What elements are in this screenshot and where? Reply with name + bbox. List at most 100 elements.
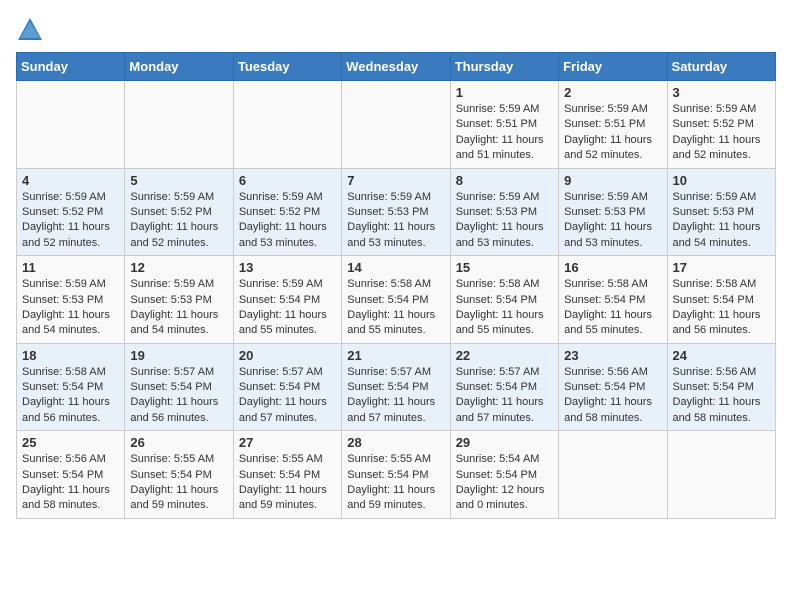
day-info: Sunrise: 5:58 AM Sunset: 5:54 PM Dayligh…	[456, 277, 553, 339]
day-cell: 25 Sunrise: 5:56 AM Sunset: 5:54 PM Dayli…	[17, 431, 125, 519]
day-cell: 8 Sunrise: 5:59 AM Sunset: 5:53 PM Daylig…	[450, 168, 558, 256]
day-number: 2	[564, 85, 661, 100]
day-number: 18	[22, 348, 119, 363]
day-cell: 26 Sunrise: 5:55 AM Sunset: 5:54 PM Dayli…	[125, 431, 233, 519]
day-number: 14	[347, 260, 444, 275]
day-info: Sunrise: 5:54 AM Sunset: 5:54 PM Dayligh…	[456, 452, 553, 514]
day-info: Sunrise: 5:57 AM Sunset: 5:54 PM Dayligh…	[347, 365, 444, 427]
day-cell	[233, 81, 341, 169]
day-cell: 3 Sunrise: 5:59 AM Sunset: 5:52 PM Daylig…	[667, 81, 775, 169]
day-cell: 22 Sunrise: 5:57 AM Sunset: 5:54 PM Dayli…	[450, 343, 558, 431]
day-number: 29	[456, 435, 553, 450]
header	[16, 16, 776, 44]
week-row-5: 25 Sunrise: 5:56 AM Sunset: 5:54 PM Dayli…	[17, 431, 776, 519]
day-cell: 20 Sunrise: 5:57 AM Sunset: 5:54 PM Dayli…	[233, 343, 341, 431]
day-cell: 23 Sunrise: 5:56 AM Sunset: 5:54 PM Dayli…	[559, 343, 667, 431]
week-row-4: 18Sunrise: 5:58 AM Sunset: 5:54 PM Dayli…	[17, 343, 776, 431]
day-cell: 28 Sunrise: 5:55 AM Sunset: 5:54 PM Dayli…	[342, 431, 450, 519]
day-number: 21	[347, 348, 444, 363]
day-number: 24	[673, 348, 770, 363]
day-number: 23	[564, 348, 661, 363]
day-cell: 2 Sunrise: 5:59 AM Sunset: 5:51 PM Daylig…	[559, 81, 667, 169]
day-info: Sunrise: 5:59 AM Sunset: 5:53 PM Dayligh…	[130, 277, 227, 339]
day-info: Sunrise: 5:55 AM Sunset: 5:54 PM Dayligh…	[130, 452, 227, 514]
header-row: SundayMondayTuesdayWednesdayThursdayFrid…	[17, 53, 776, 81]
day-number: 25	[22, 435, 119, 450]
day-info: Sunrise: 5:59 AM Sunset: 5:51 PM Dayligh…	[564, 102, 661, 164]
header-friday: Friday	[559, 53, 667, 81]
day-cell: 15 Sunrise: 5:58 AM Sunset: 5:54 PM Dayli…	[450, 256, 558, 344]
day-info: Sunrise: 5:59 AM Sunset: 5:53 PM Dayligh…	[456, 190, 553, 252]
day-number: 3	[673, 85, 770, 100]
day-info: Sunrise: 5:59 AM Sunset: 5:54 PM Dayligh…	[239, 277, 336, 339]
day-cell: 19 Sunrise: 5:57 AM Sunset: 5:54 PM Dayli…	[125, 343, 233, 431]
day-cell: 1Sunrise: 5:59 AM Sunset: 5:51 PM Daylig…	[450, 81, 558, 169]
day-info: Sunrise: 5:59 AM Sunset: 5:52 PM Dayligh…	[239, 190, 336, 252]
day-info: Sunrise: 5:58 AM Sunset: 5:54 PM Dayligh…	[347, 277, 444, 339]
day-cell: 7Sunrise: 5:59 AM Sunset: 5:53 PM Daylig…	[342, 168, 450, 256]
header-tuesday: Tuesday	[233, 53, 341, 81]
day-cell: 29 Sunrise: 5:54 AM Sunset: 5:54 PM Dayli…	[450, 431, 558, 519]
day-number: 10	[673, 173, 770, 188]
day-cell: 11 Sunrise: 5:59 AM Sunset: 5:53 PM Dayli…	[17, 256, 125, 344]
day-cell: 17 Sunrise: 5:58 AM Sunset: 5:54 PM Dayli…	[667, 256, 775, 344]
day-cell: 27 Sunrise: 5:55 AM Sunset: 5:54 PM Dayli…	[233, 431, 341, 519]
day-info: Sunrise: 5:59 AM Sunset: 5:53 PM Dayligh…	[347, 190, 444, 252]
day-cell: 12 Sunrise: 5:59 AM Sunset: 5:53 PM Dayli…	[125, 256, 233, 344]
day-info: Sunrise: 5:59 AM Sunset: 5:53 PM Dayligh…	[673, 190, 770, 252]
week-row-1: 1 Sunrise: 5:59 AM Sunset: 5:51 PM Daylig…	[17, 81, 776, 169]
day-info: Sunrise: 5:59 AM Sunset: 5:53 PM Dayligh…	[22, 277, 119, 339]
day-cell: 18Sunrise: 5:58 AM Sunset: 5:54 PM Dayli…	[17, 343, 125, 431]
day-info: Sunrise: 5:57 AM Sunset: 5:54 PM Dayligh…	[456, 365, 553, 427]
day-number: 22	[456, 348, 553, 363]
day-info: Sunrise: 5:57 AM Sunset: 5:54 PM Dayligh…	[239, 365, 336, 427]
day-number: 27	[239, 435, 336, 450]
day-info: Sunrise: 5:56 AM Sunset: 5:54 PM Dayligh…	[673, 365, 770, 427]
day-cell	[17, 81, 125, 169]
day-cell	[342, 81, 450, 169]
week-row-2: 4 Sunrise: 5:59 AM Sunset: 5:52 PM Daylig…	[17, 168, 776, 256]
day-info: Sunrise: 5:59 AM Sunset: 5:52 PM Dayligh…	[22, 190, 119, 252]
header-wednesday: Wednesday	[342, 53, 450, 81]
day-cell: 14 Sunrise: 5:58 AM Sunset: 5:54 PM Dayli…	[342, 256, 450, 344]
day-number: 9	[564, 173, 661, 188]
day-number: 5	[130, 173, 227, 188]
day-cell: 16 Sunrise: 5:58 AM Sunset: 5:54 PM Dayli…	[559, 256, 667, 344]
day-number: 17	[673, 260, 770, 275]
logo	[16, 16, 48, 44]
day-number: 20	[239, 348, 336, 363]
day-number: 26	[130, 435, 227, 450]
day-number: 19	[130, 348, 227, 363]
day-number: 28	[347, 435, 444, 450]
day-cell: 10 Sunrise: 5:59 AM Sunset: 5:53 PM Dayli…	[667, 168, 775, 256]
day-info: Sunrise: 5:56 AM Sunset: 5:54 PM Dayligh…	[22, 452, 119, 514]
day-cell	[667, 431, 775, 519]
header-saturday: Saturday	[667, 53, 775, 81]
day-number: 1	[456, 85, 553, 100]
header-sunday: Sunday	[17, 53, 125, 81]
day-cell: 21 Sunrise: 5:57 AM Sunset: 5:54 PM Dayli…	[342, 343, 450, 431]
day-cell	[125, 81, 233, 169]
day-info: Sunrise: 5:55 AM Sunset: 5:54 PM Dayligh…	[239, 452, 336, 514]
day-cell	[559, 431, 667, 519]
day-info: Sunrise: 5:59 AM Sunset: 5:52 PM Dayligh…	[673, 102, 770, 164]
day-cell: 6 Sunrise: 5:59 AM Sunset: 5:52 PM Daylig…	[233, 168, 341, 256]
day-info: Sunrise: 5:55 AM Sunset: 5:54 PM Dayligh…	[347, 452, 444, 514]
day-info: Sunrise: 5:59 AM Sunset: 5:53 PM Dayligh…	[564, 190, 661, 252]
day-cell: 9 Sunrise: 5:59 AM Sunset: 5:53 PM Daylig…	[559, 168, 667, 256]
day-info: Sunrise: 5:58 AM Sunset: 5:54 PM Dayligh…	[673, 277, 770, 339]
day-number: 4	[22, 173, 119, 188]
day-number: 8	[456, 173, 553, 188]
day-number: 11	[22, 260, 119, 275]
day-info: Sunrise: 5:57 AM Sunset: 5:54 PM Dayligh…	[130, 365, 227, 427]
day-number: 12	[130, 260, 227, 275]
day-info: Sunrise: 5:58 AM Sunset: 5:54 PM Dayligh…	[564, 277, 661, 339]
day-number: 16	[564, 260, 661, 275]
day-number: 13	[239, 260, 336, 275]
header-thursday: Thursday	[450, 53, 558, 81]
day-cell: 24 Sunrise: 5:56 AM Sunset: 5:54 PM Dayli…	[667, 343, 775, 431]
day-number: 15	[456, 260, 553, 275]
week-row-3: 11 Sunrise: 5:59 AM Sunset: 5:53 PM Dayli…	[17, 256, 776, 344]
day-info: Sunrise: 5:56 AM Sunset: 5:54 PM Dayligh…	[564, 365, 661, 427]
day-number: 6	[239, 173, 336, 188]
